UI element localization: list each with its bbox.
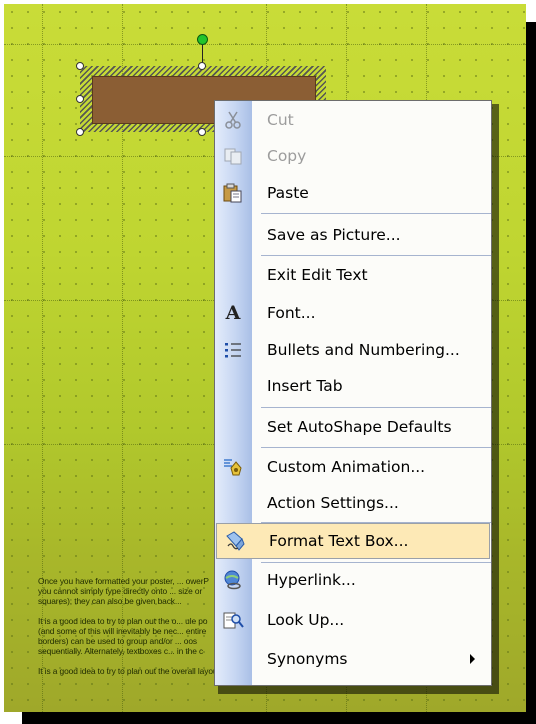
body-text-line: you cannot simply type directly onto ...… [38,586,203,596]
menu-item-label: Font... [267,304,316,322]
menu-item-label: Custom Animation... [267,458,426,476]
format-text-box-icon [223,530,247,552]
font-icon: A [225,302,241,324]
menu-item-label: Insert Tab [267,377,343,395]
menu-item-label: Exit Edit Text [267,266,368,284]
menu-item-paste[interactable]: Paste [215,176,491,210]
bullets-icon [221,339,245,361]
submenu-arrow-icon [470,654,475,664]
resize-handle-top-left[interactable] [76,62,84,70]
context-menu: Cut Copy Paste Save as Picture... Exit E… [214,100,492,686]
menu-item-font[interactable]: A Font... [215,296,491,330]
menu-item-label: Synonyms [267,650,348,668]
menu-separator [261,447,491,448]
menu-item-label: Set AutoShape Defaults [267,418,452,436]
menu-separator [261,213,491,214]
resize-handle-bottom[interactable] [198,128,206,136]
menu-item-hyperlink[interactable]: Hyperlink... [215,563,491,597]
menu-item-look-up[interactable]: Look Up... [215,603,491,637]
menu-item-label: Look Up... [267,611,345,629]
menu-item-save-as-picture[interactable]: Save as Picture... [215,218,491,252]
body-text-line: borders) can be used to group and/or ...… [38,636,198,646]
look-up-icon [221,609,245,631]
copy-icon [221,145,245,167]
hyperlink-icon [221,569,245,591]
resize-handle-left[interactable] [76,95,84,103]
menu-item-label: Format Text Box... [269,532,409,550]
body-text-line: Once you have formatted your post­er, ..… [38,576,209,586]
body-text-line: squares); they can also be given back... [38,596,182,606]
menu-separator [261,407,491,408]
body-text-line: (and some of this will inevitably be nec… [38,626,207,636]
menu-item-custom-animation[interactable]: Custom Animation... [215,450,491,484]
menu-item-action-settings[interactable]: Action Settings... [215,486,491,520]
menu-item-format-text-box[interactable]: Format Text Box... [216,523,490,559]
menu-item-synonyms[interactable]: Synonyms [215,642,491,676]
scissors-icon [221,109,245,131]
body-text-line: It is a good idea to try to plan out the… [38,616,208,626]
menu-item-label: Hyperlink... [267,571,356,589]
menu-item-copy[interactable]: Copy [215,139,491,173]
menu-item-bullets-and-numbering[interactable]: Bullets and Numbering... [215,333,491,367]
resize-handle-top[interactable] [198,62,206,70]
menu-item-label: Bullets and Numbering... [267,341,460,359]
menu-separator [261,255,491,256]
menu-item-exit-edit-text[interactable]: Exit Edit Text [215,258,491,292]
rotation-handle[interactable] [197,34,208,45]
paste-icon [221,182,245,204]
guide-line [4,44,526,45]
menu-item-label: Save as Picture... [267,226,401,244]
resize-handle-bottom-left[interactable] [76,128,84,136]
menu-item-label: Cut [267,111,294,129]
animation-icon [221,456,245,478]
body-text-line: sequentially. Alternately, textboxes c..… [38,646,204,656]
menu-item-set-autoshape-defaults[interactable]: Set AutoShape Defaults [215,410,491,444]
menu-item-insert-tab[interactable]: Insert Tab [215,369,491,403]
menu-item-label: Paste [267,184,309,202]
menu-item-label: Action Settings... [267,494,399,512]
menu-item-label: Copy [267,147,307,165]
menu-item-cut[interactable]: Cut [215,103,491,137]
